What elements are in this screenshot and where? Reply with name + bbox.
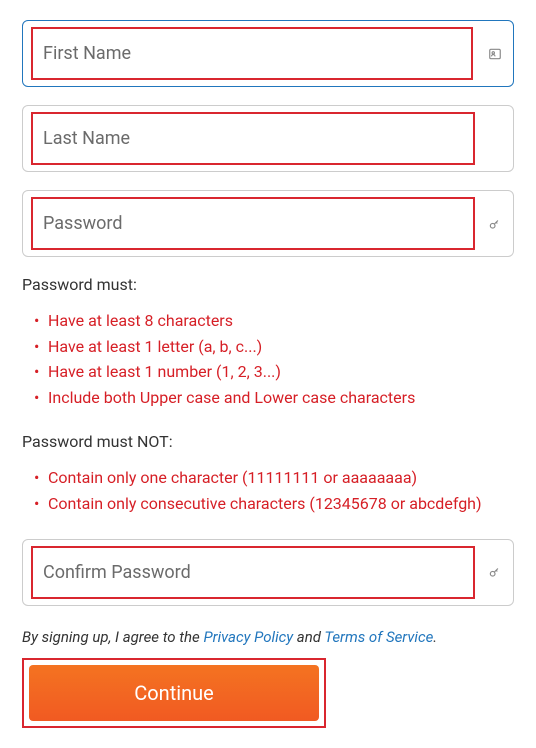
first-name-input[interactable] (33, 29, 471, 78)
confirm-password-input[interactable] (33, 548, 473, 597)
continue-button[interactable]: Continue (29, 665, 319, 721)
password-key-icon (487, 564, 503, 580)
agreement-text: By signing up, I agree to the Privacy Po… (22, 628, 514, 646)
password-not-rule: Contain only one character (11111111 or … (34, 465, 514, 491)
password-rule: Have at least 8 characters (34, 308, 514, 334)
password-rule: Have at least 1 number (1, 2, 3...) (34, 359, 514, 385)
last-name-input[interactable] (33, 114, 473, 163)
agreement-prefix: By signing up, I agree to the (22, 628, 203, 646)
password-container (22, 190, 514, 257)
password-must-not-heading: Password must NOT: (22, 432, 514, 451)
password-must-heading: Password must: (22, 275, 514, 294)
first-name-highlight (31, 27, 473, 80)
password-highlight (31, 197, 475, 250)
password-rule: Have at least 1 letter (a, b, c...) (34, 334, 514, 360)
password-input[interactable] (33, 199, 473, 248)
agreement-and: and (293, 628, 324, 646)
password-rule: Include both Upper case and Lower case c… (34, 385, 514, 411)
confirm-password-highlight (31, 546, 475, 599)
terms-of-service-link[interactable]: Terms of Service (324, 628, 433, 646)
password-must-not-list: Contain only one character (11111111 or … (22, 465, 514, 516)
last-name-container (22, 105, 514, 172)
agreement-suffix: . (433, 628, 437, 646)
password-must-list: Have at least 8 characters Have at least… (22, 308, 514, 410)
first-name-container (22, 20, 514, 87)
confirm-password-container (22, 539, 514, 606)
continue-highlight: Continue (22, 658, 326, 728)
last-name-highlight (31, 112, 475, 165)
password-key-icon (487, 216, 503, 232)
contact-card-icon (487, 46, 503, 62)
privacy-policy-link[interactable]: Privacy Policy (203, 628, 293, 646)
password-not-rule: Contain only consecutive characters (123… (34, 491, 514, 517)
